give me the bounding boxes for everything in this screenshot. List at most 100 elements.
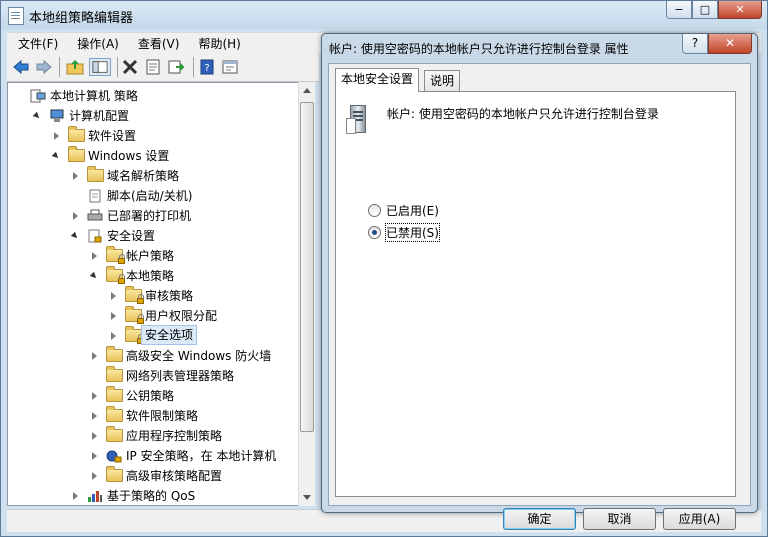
disabled-radio[interactable] <box>368 226 381 239</box>
ok-button[interactable]: 确定 <box>503 508 576 530</box>
collapsed-arrow-icon[interactable] <box>92 452 97 460</box>
tree-node-label[interactable]: 网络列表管理器策略 <box>126 366 234 386</box>
scroll-down-arrow-icon[interactable] <box>303 495 311 500</box>
tab-local-security-setting[interactable]: 本地安全设置 <box>335 68 420 92</box>
tree-node[interactable]: 软件设置 <box>8 126 298 146</box>
collapsed-arrow-icon[interactable] <box>92 432 97 440</box>
collapsed-arrow-icon[interactable] <box>111 332 116 340</box>
back-arrow-icon[interactable] <box>12 58 30 76</box>
tree-node-label[interactable]: 用户权限分配 <box>145 306 217 326</box>
tree-node-label[interactable]: 帐户策略 <box>126 246 174 266</box>
tree-node[interactable]: 计算机配置 <box>8 106 298 126</box>
menu-action[interactable]: 操作(A) <box>66 33 127 52</box>
apply-button[interactable]: 应用(A) <box>663 508 736 530</box>
collapsed-arrow-icon[interactable] <box>92 252 97 260</box>
menu-file[interactable]: 文件(F) <box>7 33 66 52</box>
collapsed-arrow-icon[interactable] <box>73 212 78 220</box>
tree-node-label[interactable]: 审核策略 <box>145 286 193 306</box>
tree-node-label[interactable]: 应用程序控制策略 <box>126 426 222 446</box>
folder-lock-icon <box>125 306 144 324</box>
tree-node[interactable]: 脚本(启动/关机) <box>8 186 298 206</box>
lock-icon <box>118 274 125 284</box>
tree-node-label[interactable]: 已部署的打印机 <box>107 206 191 226</box>
tree-node-label[interactable]: IP 安全策略，在 本地计算机 <box>126 446 276 466</box>
expanded-arrow-icon[interactable] <box>70 231 80 241</box>
tree-node-label[interactable]: 脚本(启动/关机) <box>107 186 192 206</box>
collapsed-arrow-icon[interactable] <box>111 292 116 300</box>
tree-node-label[interactable]: 本地计算机 策略 <box>50 86 138 106</box>
tab-explain[interactable]: 说明 <box>424 70 461 91</box>
dialog-body: 本地安全设置 说明 帐户: 使用空密码的本地帐户只允许进行控制台登录 已启用(E… <box>328 63 751 530</box>
tree-pane: 本地计算机 策略 计算机配置 软件设置 Windows 设置 域名解析策略 脚本(启动/关… <box>7 82 315 506</box>
maximize-button[interactable]: □ <box>692 1 718 19</box>
tree-node[interactable]: 高级安全 Windows 防火墙 <box>8 346 298 366</box>
tree-node-label[interactable]: 高级审核策略配置 <box>126 466 222 486</box>
tree-node[interactable]: 本地计算机 策略 <box>8 86 298 106</box>
collapsed-arrow-icon[interactable] <box>92 392 97 400</box>
expanded-arrow-icon[interactable] <box>32 111 42 121</box>
caption-buttons: − □ ✕ <box>666 1 762 21</box>
tree-node-label[interactable]: 计算机配置 <box>69 106 129 126</box>
tree-node[interactable]: 软件限制策略 <box>8 406 298 426</box>
properties-icon[interactable] <box>144 58 162 76</box>
collapsed-arrow-icon[interactable] <box>92 472 97 480</box>
tree-node-label[interactable]: 安全选项 <box>141 325 198 345</box>
cancel-button[interactable]: 取消 <box>583 508 656 530</box>
tree-node[interactable]: 高级审核策略配置 <box>8 466 298 486</box>
collapsed-arrow-icon[interactable] <box>92 412 97 420</box>
scroll-up-arrow-icon[interactable] <box>303 88 311 93</box>
tree-node-label[interactable]: 域名解析策略 <box>107 166 179 186</box>
export-list-icon[interactable] <box>167 58 185 76</box>
tree-node[interactable]: 网络列表管理器策略 <box>8 366 298 386</box>
tree-node[interactable]: 应用程序控制策略 <box>8 426 298 446</box>
folder-icon <box>68 146 85 162</box>
disabled-label[interactable]: 已禁用(S) <box>385 223 440 242</box>
title-bar[interactable]: 本地组策略编辑器 − □ ✕ <box>1 1 767 29</box>
expanded-arrow-icon[interactable] <box>89 271 99 281</box>
tree-node[interactable]: 基于策略的 QoS <box>8 486 298 505</box>
tree-node-label[interactable]: 软件设置 <box>88 126 136 146</box>
help-book-icon[interactable]: ? <box>198 58 216 76</box>
collapsed-arrow-icon[interactable] <box>73 172 78 180</box>
tree-node-label[interactable]: 安全设置 <box>107 226 155 246</box>
tree-node[interactable]: 公钥策略 <box>8 386 298 406</box>
tree-node[interactable]: 已部署的打印机 <box>8 206 298 226</box>
tree-node[interactable]: 帐户策略 <box>8 246 298 266</box>
policy-properties-dialog: 帐户: 使用空密码的本地帐户只允许进行控制台登录 属性 ? ✕ 本地安全设置 说… <box>321 33 758 530</box>
collapsed-arrow-icon[interactable] <box>73 492 78 500</box>
tree-node-label[interactable]: 公钥策略 <box>126 386 174 406</box>
scroll-thumb[interactable] <box>300 102 314 432</box>
enabled-radio[interactable] <box>368 204 381 217</box>
filter-view-icon[interactable] <box>221 58 239 76</box>
menu-help[interactable]: 帮助(H) <box>187 33 248 52</box>
minimize-button[interactable]: − <box>666 1 692 19</box>
collapsed-arrow-icon[interactable] <box>111 312 116 320</box>
tree-node-label[interactable]: 软件限制策略 <box>126 406 198 426</box>
dialog-close-button[interactable]: ✕ <box>708 34 752 54</box>
enabled-label[interactable]: 已启用(E) <box>386 202 439 219</box>
tree-vertical-scrollbar[interactable] <box>298 82 315 506</box>
collapsed-arrow-icon[interactable] <box>92 352 97 360</box>
tree-node[interactable]: IP 安全策略，在 本地计算机 <box>8 446 298 466</box>
close-button[interactable]: ✕ <box>718 1 762 19</box>
tree-node[interactable]: 域名解析策略 <box>8 166 298 186</box>
tab-panel: 帐户: 使用空密码的本地帐户只允许进行控制台登录 已启用(E) 已禁用(S) <box>335 91 736 497</box>
collapsed-arrow-icon[interactable] <box>54 132 59 140</box>
tree-node[interactable]: 审核策略 <box>8 286 298 306</box>
tree-node-label[interactable]: 本地策略 <box>126 266 174 286</box>
delete-x-icon[interactable] <box>121 58 139 76</box>
tree-node[interactable]: 安全设置 <box>8 226 298 246</box>
menu-view[interactable]: 查看(V) <box>127 33 188 52</box>
tree-node-label[interactable]: 基于策略的 QoS <box>107 486 195 505</box>
tree-node[interactable]: 本地策略 <box>8 266 298 286</box>
expanded-arrow-icon[interactable] <box>51 151 61 161</box>
tree-node-label[interactable]: 高级安全 Windows 防火墙 <box>126 346 271 366</box>
tree-node[interactable]: Windows 设置 <box>8 146 298 166</box>
up-folder-icon[interactable] <box>66 58 84 76</box>
show-hide-tree-icon[interactable] <box>89 58 111 76</box>
forward-arrow-icon[interactable] <box>35 58 53 76</box>
tree-node-label[interactable]: Windows 设置 <box>88 146 169 166</box>
tree-node[interactable]: 用户权限分配 <box>8 306 298 326</box>
dialog-help-button[interactable]: ? <box>682 34 708 54</box>
tree-node[interactable]: 安全选项 <box>8 325 298 346</box>
